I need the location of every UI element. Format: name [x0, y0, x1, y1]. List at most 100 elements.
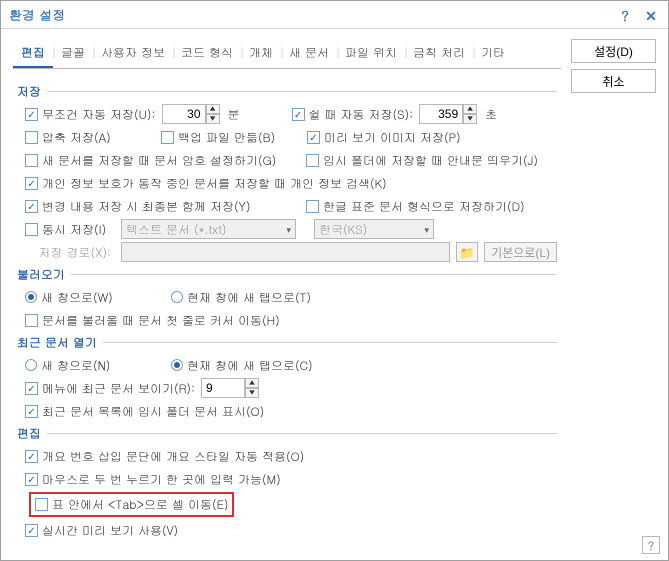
checkbox-icon: [25, 200, 38, 213]
radio-recent-newwin-label: 새 창으로(N): [41, 357, 110, 374]
checkbox-icon: [25, 314, 38, 327]
check-tempmsg[interactable]: 임시 폴더에 저장할 때 안내문 띄우기(J): [306, 152, 538, 169]
tab-etc[interactable]: 기타: [473, 39, 513, 68]
check-tabcell[interactable]: 표 안에서 <Tab>으로 셀 이동(E): [35, 496, 228, 513]
check-finalcopy[interactable]: 변경 내용 저장 시 최종본 함께 저장(Y): [25, 198, 300, 215]
check-dualsave[interactable]: 동시 저장(I): [25, 221, 115, 238]
spin-down-icon[interactable]: ▼: [463, 114, 477, 124]
checkbox-icon: [161, 131, 174, 144]
check-encrypt-label: 새 문서를 저장할 때 문서 암호 설정하기(G): [42, 152, 276, 169]
check-outlinestyle-label: 개요 번호 삽입 문단에 개요 스타일 자동 적용(O): [42, 448, 304, 465]
check-dblclick[interactable]: 마우스로 두 번 누르기 한 곳에 입력 가능(M): [25, 471, 281, 488]
checkbox-icon: [25, 382, 38, 395]
savepath-label: 저장 경로(X):: [25, 244, 115, 261]
check-compress[interactable]: 압축 저장(A): [25, 129, 155, 146]
check-showtemp-label: 최근 문서 목록에 임시 폴더 문서 표시(O): [42, 403, 264, 420]
dialog-title: 환경 설정: [9, 5, 616, 24]
radio-load-newwin[interactable]: 새 창으로(W): [25, 289, 165, 306]
folder-icon: 📁: [456, 242, 478, 262]
tab-newdoc[interactable]: 새 문서: [281, 39, 337, 68]
check-menucount-label: 메뉴에 최근 문서 보이기(R):: [42, 380, 195, 397]
check-backup[interactable]: 백업 파일 만듦(B): [161, 129, 301, 146]
group-save: 저장: [17, 83, 557, 100]
check-cursortop[interactable]: 문서를 불러올 때 문서 첫 줄로 커서 이동(H): [25, 312, 280, 329]
check-tempmsg-label: 임시 폴더에 저장할 때 안내문 띄우기(J): [323, 152, 538, 169]
dualsave-lang-dropdown: 한국(KS): [314, 219, 434, 239]
checkbox-icon: [25, 473, 38, 486]
checkbox-icon: [306, 154, 319, 167]
radio-load-newtab[interactable]: 현재 창에 새 탭으로(T): [171, 289, 311, 306]
check-finalcopy-label: 변경 내용 저장 시 최종본 함께 저장(Y): [42, 198, 250, 215]
help-icon[interactable]: ?: [616, 6, 634, 24]
footer-help-button[interactable]: ?: [642, 536, 660, 554]
checkbox-icon: [25, 450, 38, 463]
check-privacy-label: 개인 정보 보호가 동작 중인 문서를 저장할 때 개인 정보 검색(K): [42, 175, 387, 192]
checkbox-icon: [292, 108, 305, 121]
check-compress-label: 압축 저장(A): [42, 129, 111, 146]
radio-recent-newwin[interactable]: 새 창으로(N): [25, 357, 165, 374]
radio-icon: [171, 291, 183, 303]
group-recent: 최근 문서 열기: [17, 334, 557, 351]
check-idle[interactable]: 쉴 때 자동 저장(S):: [292, 106, 414, 123]
checkbox-icon: [25, 154, 38, 167]
check-showtemp[interactable]: 최근 문서 목록에 임시 폴더 문서 표시(O): [25, 403, 264, 420]
radio-recent-newtab[interactable]: 현재 창에 새 탭으로(C): [171, 357, 313, 374]
group-load: 불러오기: [17, 266, 557, 283]
checkbox-icon: [25, 405, 38, 418]
checkbox-icon: [25, 108, 38, 121]
check-preview[interactable]: 미리 보기 이미지 저장(P): [307, 129, 461, 146]
check-privacy[interactable]: 개인 정보 보호가 동작 중인 문서를 저장할 때 개인 정보 검색(K): [25, 175, 387, 192]
check-dualsave-label: 동시 저장(I): [42, 221, 106, 238]
tab-object[interactable]: 개체: [241, 39, 281, 68]
check-outlinestyle[interactable]: 개요 번호 삽입 문단에 개요 스타일 자동 적용(O): [25, 448, 304, 465]
checkbox-icon: [307, 131, 320, 144]
radio-icon: [25, 359, 37, 371]
check-autosave-label: 무조건 자동 저장(U):: [42, 106, 156, 123]
check-cursortop-label: 문서를 불러올 때 문서 첫 줄로 커서 이동(H): [42, 312, 280, 329]
close-icon[interactable]: ✕: [642, 6, 660, 24]
checkbox-icon: [25, 524, 38, 537]
tab-font[interactable]: 글꼴: [53, 39, 93, 68]
check-dblclick-label: 마우스로 두 번 누르기 한 곳에 입력 가능(M): [42, 471, 281, 488]
check-backup-label: 백업 파일 만듦(B): [178, 129, 275, 146]
tab-edit[interactable]: 편집: [13, 39, 53, 68]
radio-icon: [25, 291, 37, 303]
check-encrypt[interactable]: 새 문서를 저장할 때 문서 암호 설정하기(G): [25, 152, 300, 169]
idle-spinner[interactable]: ▲▼: [419, 104, 477, 124]
idle-unit: 초: [485, 106, 497, 123]
checkbox-icon: [25, 223, 38, 236]
menucount-value[interactable]: [201, 378, 245, 398]
tab-userinfo[interactable]: 사용자 정보: [93, 39, 173, 68]
checkbox-icon: [25, 131, 38, 144]
cancel-button[interactable]: 취소: [571, 69, 656, 93]
checkbox-icon: [25, 177, 38, 190]
check-tabcell-label: 표 안에서 <Tab>으로 셀 이동(E): [52, 496, 228, 513]
tab-filepath[interactable]: 파일 위치: [337, 39, 405, 68]
check-hwpstd[interactable]: 한글 표준 문서 형식으로 저장하기(D): [306, 198, 525, 215]
autosave-spinner[interactable]: ▲▼: [162, 104, 220, 124]
autosave-unit: 분: [228, 106, 240, 123]
checkbox-icon: [306, 200, 319, 213]
dualsave-type-dropdown: 텍스트 문서 (*.txt): [121, 219, 296, 239]
check-livepreview-label: 실시간 미리 보기 사용(V): [42, 522, 178, 539]
apply-button[interactable]: 설정(D): [571, 39, 656, 63]
spin-down-icon[interactable]: ▼: [206, 114, 220, 124]
autosave-value[interactable]: [162, 104, 206, 124]
tab-prohibit[interactable]: 금칙 처리: [405, 39, 473, 68]
default-path-button: 기본으로(L): [484, 242, 557, 262]
check-preview-label: 미리 보기 이미지 저장(P): [324, 129, 461, 146]
radio-load-newtab-label: 현재 창에 새 탭으로(T): [187, 289, 311, 306]
idle-value[interactable]: [419, 104, 463, 124]
check-menucount[interactable]: 메뉴에 최근 문서 보이기(R):: [25, 380, 195, 397]
menucount-spinner[interactable]: ▲▼: [201, 378, 259, 398]
checkbox-icon: [35, 498, 48, 511]
check-livepreview[interactable]: 실시간 미리 보기 사용(V): [25, 522, 178, 539]
check-idle-label: 쉴 때 자동 저장(S):: [309, 106, 414, 123]
tab-codeformat[interactable]: 코드 형식: [173, 39, 241, 68]
spin-down-icon[interactable]: ▼: [245, 388, 259, 398]
check-hwpstd-label: 한글 표준 문서 형식으로 저장하기(D): [323, 198, 525, 215]
radio-load-newwin-label: 새 창으로(W): [41, 289, 113, 306]
check-autosave[interactable]: 무조건 자동 저장(U):: [25, 106, 156, 123]
radio-recent-newtab-label: 현재 창에 새 탭으로(C): [187, 357, 313, 374]
group-edit: 편집: [17, 425, 557, 442]
